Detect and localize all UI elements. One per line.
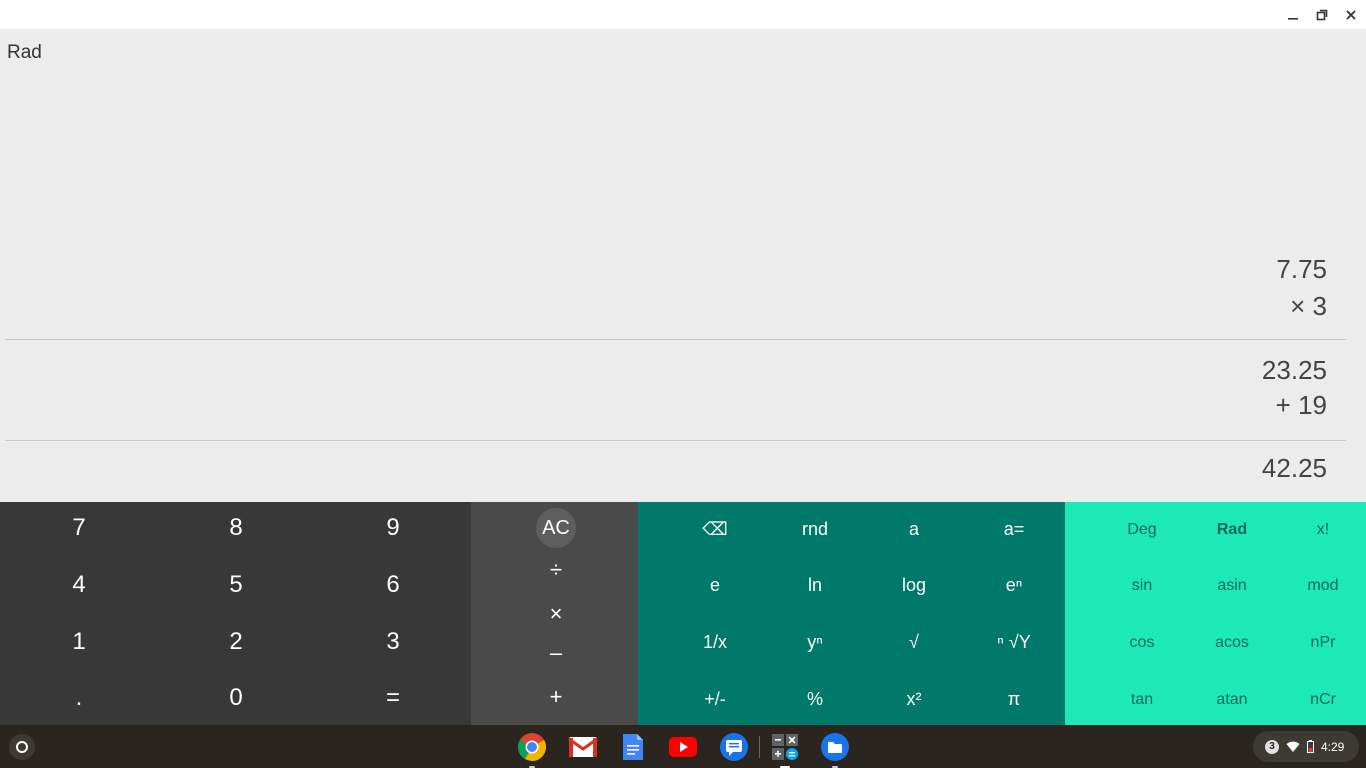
key-decimal-point[interactable]: . <box>19 673 139 723</box>
ncr-button[interactable]: nCr <box>1283 678 1363 722</box>
result-value: 42.25 <box>1261 453 1327 483</box>
exp-button[interactable]: eⁿ <box>969 563 1059 607</box>
square-root-button[interactable]: √ <box>869 620 959 664</box>
clock-time: 4:29 <box>1321 739 1345 754</box>
npr-button[interactable]: nPr <box>1283 621 1363 665</box>
tape-operation: + 19 <box>1275 390 1327 420</box>
key-8[interactable]: 8 <box>176 503 296 553</box>
system-shelf: 3 4:29 <box>0 725 1366 768</box>
calculator-icon[interactable] <box>770 732 800 768</box>
add-button[interactable]: + <box>511 677 601 717</box>
notification-count-badge: 3 <box>1265 739 1279 754</box>
tape-operand: 23.25 <box>1261 355 1327 385</box>
scientific-pad: ⌫ rnd a a= e ln log eⁿ 1/x yⁿ √ ⁿ √Y +/-… <box>638 502 1065 725</box>
advanced-pad: Deg Rad x! sin asin mod cos acos nPr tan… <box>1065 502 1366 725</box>
tan-button[interactable]: tan <box>1102 678 1182 722</box>
status-tray[interactable]: 3 4:29 <box>1253 731 1359 762</box>
degree-mode-button[interactable]: Deg <box>1102 508 1182 552</box>
radian-mode-button[interactable]: Rad <box>1192 508 1272 552</box>
tape-operation: × 3 <box>1290 291 1327 321</box>
calculator-display: Rad 7.75 × 3 23.25 + 19 42.25 <box>0 29 1366 502</box>
power-button[interactable]: yⁿ <box>770 620 860 664</box>
key-7[interactable]: 7 <box>19 503 139 553</box>
battery-icon <box>1307 740 1314 753</box>
chrome-icon[interactable] <box>517 732 547 768</box>
multiply-button[interactable]: × <box>511 594 601 634</box>
angle-mode-label: Rad <box>7 42 42 63</box>
nth-root-button[interactable]: ⁿ √Y <box>969 620 1059 664</box>
keypad: 7 8 9 4 5 6 1 2 3 . 0 = AC ÷ × – + ⌫ rnd… <box>0 502 1366 725</box>
euler-button[interactable]: e <box>670 563 760 607</box>
messages-icon[interactable] <box>719 732 749 762</box>
log-button[interactable]: log <box>869 563 959 607</box>
key-3[interactable]: 3 <box>333 617 453 667</box>
all-clear-button[interactable]: AC <box>536 508 576 548</box>
shelf-divider <box>759 736 760 758</box>
wifi-icon <box>1286 741 1300 752</box>
atan-button[interactable]: atan <box>1192 678 1272 722</box>
reciprocal-button[interactable]: 1/x <box>670 620 760 664</box>
tape-divider <box>5 440 1346 441</box>
minimize-icon[interactable] <box>1282 4 1304 26</box>
operator-pad: AC ÷ × – + <box>471 502 638 725</box>
negate-button[interactable]: +/- <box>670 677 760 721</box>
memory-store-button[interactable]: a= <box>969 507 1059 551</box>
restore-icon[interactable] <box>1311 4 1333 26</box>
key-6[interactable]: 6 <box>333 560 453 610</box>
launcher-icon <box>16 741 28 753</box>
memory-recall-button[interactable]: a <box>869 507 959 551</box>
subtract-button[interactable]: – <box>511 633 601 673</box>
pi-button[interactable]: π <box>969 677 1059 721</box>
key-1[interactable]: 1 <box>19 617 139 667</box>
key-9[interactable]: 9 <box>333 503 453 553</box>
divide-button[interactable]: ÷ <box>511 550 601 590</box>
random-button[interactable]: rnd <box>770 507 860 551</box>
percent-button[interactable]: % <box>770 677 860 721</box>
mod-button[interactable]: mod <box>1283 564 1363 608</box>
gmail-icon[interactable] <box>568 732 598 762</box>
tape-divider <box>5 339 1346 340</box>
files-icon[interactable] <box>820 732 850 768</box>
key-5[interactable]: 5 <box>176 560 296 610</box>
equals-button[interactable]: = <box>333 673 453 723</box>
key-2[interactable]: 2 <box>176 617 296 667</box>
digit-pad: 7 8 9 4 5 6 1 2 3 . 0 = <box>0 502 471 725</box>
sin-button[interactable]: sin <box>1102 564 1182 608</box>
tape-operand: 7.75 <box>1276 254 1327 284</box>
acos-button[interactable]: acos <box>1192 621 1272 665</box>
close-icon[interactable] <box>1340 4 1362 26</box>
launcher-button[interactable] <box>9 734 35 760</box>
asin-button[interactable]: asin <box>1192 564 1272 608</box>
cos-button[interactable]: cos <box>1102 621 1182 665</box>
ln-button[interactable]: ln <box>770 563 860 607</box>
factorial-button[interactable]: x! <box>1283 508 1363 552</box>
key-4[interactable]: 4 <box>19 560 139 610</box>
docs-icon[interactable] <box>618 732 648 762</box>
key-0[interactable]: 0 <box>176 673 296 723</box>
window-titlebar <box>0 0 1366 29</box>
backspace-button[interactable]: ⌫ <box>670 507 760 551</box>
square-button[interactable]: x² <box>869 677 959 721</box>
youtube-icon[interactable] <box>668 732 698 762</box>
